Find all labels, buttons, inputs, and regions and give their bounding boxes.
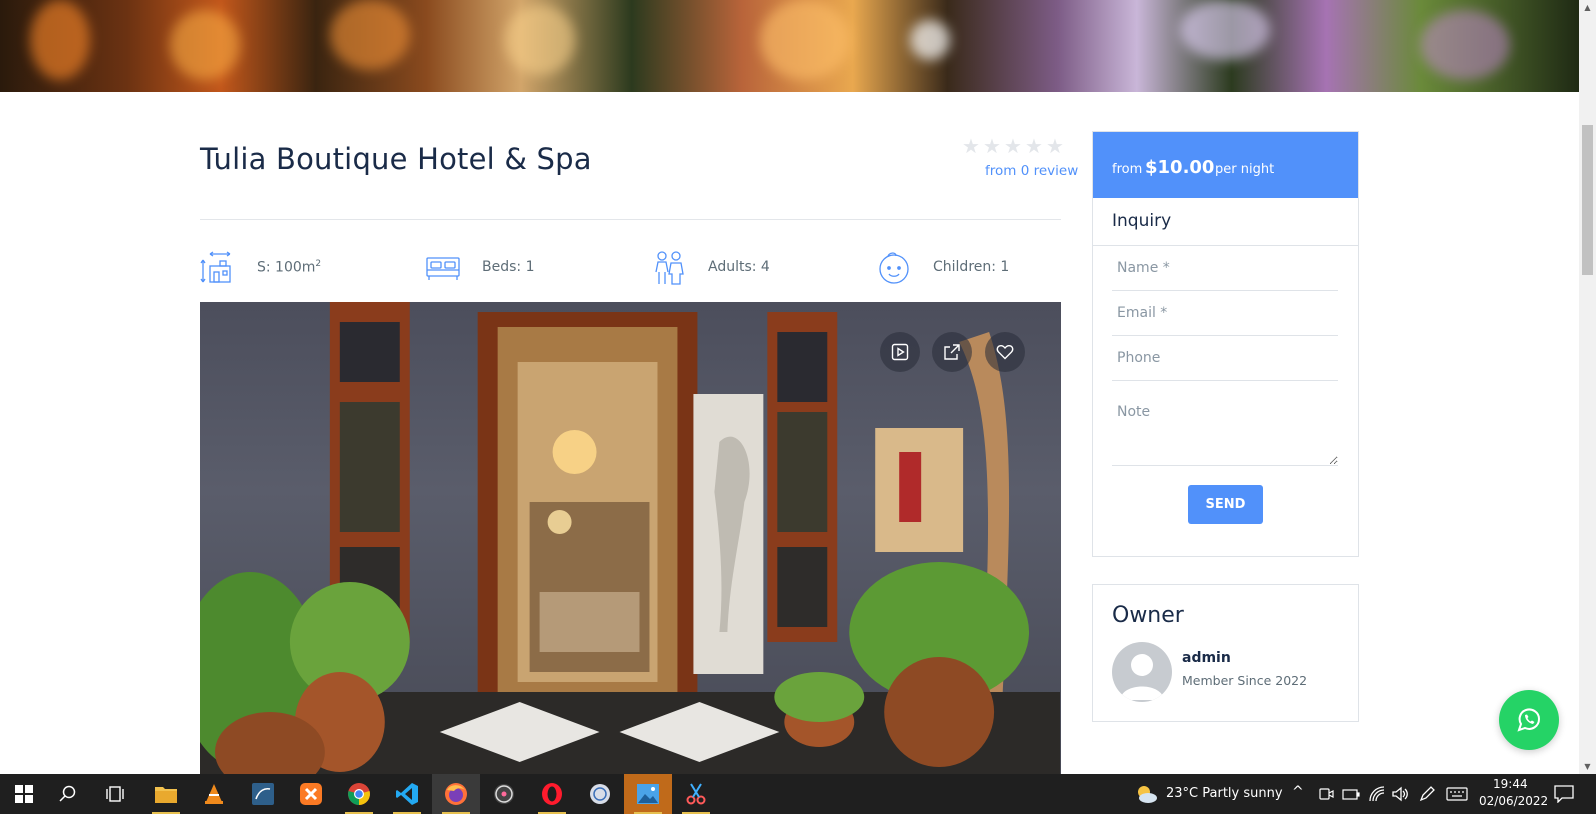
name-field[interactable] [1112, 245, 1338, 291]
avatar[interactable] [1112, 642, 1172, 702]
size-icon [200, 251, 231, 283]
price-header: from $10.00 per night [1093, 132, 1358, 198]
feature-size-unit-sup: 2 [315, 259, 322, 269]
app-badge-icon [590, 784, 610, 804]
task-view-button[interactable] [92, 774, 140, 814]
start-button[interactable] [0, 774, 48, 814]
taskbar-xampp[interactable] [287, 774, 335, 814]
clock-date[interactable]: 02/06/2022 [1479, 794, 1548, 808]
taskbar: 23°C Partly sunny ^ 19:44 02/06/2022 [0, 774, 1596, 814]
vscode-icon [396, 783, 418, 805]
feature-adults-label: Adults: 4 [708, 259, 770, 275]
meet-now-icon[interactable] [1318, 786, 1334, 802]
disc-icon [494, 784, 514, 804]
send-button[interactable]: SEND [1188, 485, 1263, 524]
user-silhouette-icon [1120, 654, 1164, 700]
taskbar-opera[interactable] [528, 774, 576, 814]
taskbar-firefox[interactable] [432, 774, 480, 814]
feature-adults: Adults: 4 [651, 250, 770, 286]
page: Tulia Boutique Hotel & Spa ★ ★ ★ ★ ★ fro… [0, 0, 1579, 774]
favorite-button[interactable] [985, 332, 1025, 372]
tray-chevron-up-icon[interactable]: ^ [1292, 784, 1304, 800]
divider [200, 219, 1061, 220]
taskbar-vlc[interactable] [190, 774, 238, 814]
owner-member-since: Member Since 2022 [1182, 673, 1308, 688]
weather-text[interactable]: 23°C Partly sunny [1166, 786, 1283, 801]
volume-icon[interactable] [1391, 785, 1409, 803]
heart-icon [996, 344, 1014, 360]
search-button[interactable] [44, 774, 92, 814]
notification-icon[interactable] [1554, 785, 1574, 803]
video-icon [891, 343, 909, 361]
share-button[interactable] [932, 332, 972, 372]
booking-form: from $10.00 per night Inquiry SEND [1092, 131, 1359, 557]
keyboard-icon[interactable] [1446, 786, 1468, 802]
video-button[interactable] [880, 332, 920, 372]
photos-icon [637, 784, 659, 804]
price-amount: $10.00 [1145, 157, 1215, 178]
chrome-icon [348, 783, 370, 805]
phone-field[interactable] [1112, 335, 1338, 381]
vlc-cone-icon [205, 784, 223, 804]
owner-title: Owner [1112, 603, 1184, 628]
xampp-icon [300, 783, 322, 805]
taskbar-snipping-tool[interactable] [672, 774, 720, 814]
email-field[interactable] [1112, 290, 1338, 336]
child-icon [879, 252, 909, 284]
taskbar-mysql-workbench[interactable] [239, 774, 287, 814]
review-count-link[interactable]: from 0 review [985, 163, 1078, 179]
weather-partly-sunny-icon[interactable] [1134, 782, 1158, 806]
clock-time[interactable]: 19:44 [1493, 777, 1528, 791]
page-scrollbar[interactable]: ▲ ▼ [1579, 0, 1596, 774]
pen-icon[interactable] [1418, 785, 1436, 803]
scissors-icon [686, 783, 706, 805]
star-icon: ★ [962, 134, 980, 158]
owner-card: Owner admin Member Since 2022 [1092, 584, 1359, 722]
hotel-gallery-image[interactable] [200, 302, 1061, 774]
taskbar-file-explorer[interactable] [142, 774, 190, 814]
feature-beds-label: Beds: 1 [482, 259, 535, 275]
taskbar-chrome[interactable] [335, 774, 383, 814]
scrollbar-thumb[interactable] [1582, 125, 1593, 275]
scroll-down-arrow-icon[interactable]: ▼ [1583, 762, 1592, 771]
owner-name[interactable]: admin [1182, 650, 1231, 666]
price-unit: per night [1215, 162, 1275, 177]
feature-beds: Beds: 1 [425, 250, 534, 286]
hotel-title: Tulia Boutique Hotel & Spa [200, 142, 592, 176]
rating-stars: ★ ★ ★ ★ ★ [962, 134, 1064, 158]
taskbar-media-app[interactable] [480, 774, 528, 814]
feature-children-label: Children: 1 [933, 259, 1010, 275]
star-icon: ★ [1004, 134, 1022, 158]
hotel-entrance-photo [200, 302, 1060, 774]
taskbar-vscode[interactable] [383, 774, 431, 814]
star-icon: ★ [1025, 134, 1043, 158]
star-icon: ★ [983, 134, 1001, 158]
battery-icon[interactable] [1342, 786, 1360, 802]
whatsapp-icon [1517, 708, 1541, 732]
workbench-icon [252, 783, 274, 805]
taskbar-photos[interactable] [624, 774, 672, 814]
price-from-label: from [1112, 162, 1143, 177]
star-icon: ★ [1046, 134, 1064, 158]
adults-icon [655, 251, 684, 285]
feature-size: S: 100m2 [200, 250, 321, 286]
search-icon [59, 785, 76, 802]
windows-icon [15, 785, 33, 803]
taskbar-app[interactable] [576, 774, 624, 814]
folder-icon [155, 787, 177, 803]
firefox-icon [445, 783, 467, 805]
task-view-icon [106, 786, 124, 802]
wifi-icon[interactable] [1368, 785, 1386, 803]
whatsapp-button[interactable] [1499, 690, 1559, 750]
hero-banner-image [0, 0, 1579, 92]
share-icon [944, 344, 960, 360]
note-field[interactable] [1112, 396, 1338, 466]
feature-children: Children: 1 [876, 250, 1009, 286]
opera-icon [542, 783, 562, 805]
feature-size-label: S: 100m [257, 259, 316, 276]
inquiry-title: Inquiry [1112, 211, 1172, 231]
scroll-up-arrow-icon[interactable]: ▲ [1583, 3, 1592, 12]
bed-icon [426, 257, 460, 280]
